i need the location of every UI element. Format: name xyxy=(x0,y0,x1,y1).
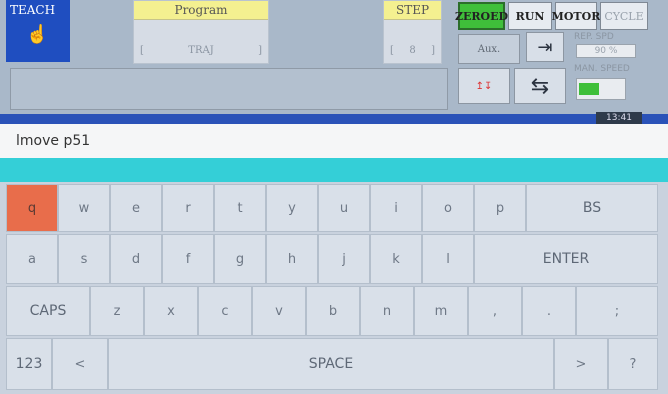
manual-speed-fill xyxy=(579,83,599,95)
clock: 13:41 xyxy=(596,112,642,124)
key-u[interactable]: u xyxy=(318,184,370,232)
on-screen-keyboard: q w e r t y u i o p BS a s d f g h j k l… xyxy=(0,182,668,394)
key-b[interactable]: b xyxy=(306,286,360,336)
key-j[interactable]: j xyxy=(318,234,370,284)
cycle-button[interactable]: CYCLE xyxy=(600,2,648,30)
key-t[interactable]: t xyxy=(214,184,266,232)
key-o[interactable]: o xyxy=(422,184,474,232)
zeroed-button[interactable]: ZEROED xyxy=(455,2,508,30)
info-strip xyxy=(0,114,668,124)
aux-button[interactable]: Aux. xyxy=(458,34,520,64)
key-v[interactable]: v xyxy=(252,286,306,336)
key-f[interactable]: f xyxy=(162,234,214,284)
key-g[interactable]: g xyxy=(214,234,266,284)
key-comma[interactable]: , xyxy=(468,286,522,336)
step-value-field: [8] xyxy=(390,44,435,56)
key-c[interactable]: c xyxy=(198,286,252,336)
teach-mode-label: TEACH xyxy=(10,3,56,17)
key-i[interactable]: i xyxy=(370,184,422,232)
coordinate-system-icon[interactable]: ↥↧ xyxy=(458,68,510,104)
status-panel: TEACH ☝ Program [TRAJ] STEP [8] ZEROED R… xyxy=(0,0,668,118)
message-area xyxy=(10,68,448,110)
enter-key[interactable]: ENTER xyxy=(474,234,658,284)
step-forward-icon[interactable]: ⇥ xyxy=(526,32,564,62)
backspace-key[interactable]: BS xyxy=(526,184,658,232)
key-m[interactable]: m xyxy=(414,286,468,336)
step-box[interactable]: STEP [8] xyxy=(383,0,442,64)
rep-speed-label: REP. SPD xyxy=(574,32,614,42)
key-period[interactable]: . xyxy=(522,286,576,336)
key-d[interactable]: d xyxy=(110,234,162,284)
key-e[interactable]: e xyxy=(110,184,162,232)
key-h[interactable]: h xyxy=(266,234,318,284)
key-x[interactable]: x xyxy=(144,286,198,336)
caps-key[interactable]: CAPS xyxy=(6,286,90,336)
key-y[interactable]: y xyxy=(266,184,318,232)
key-p[interactable]: p xyxy=(474,184,526,232)
teach-mode-indicator: TEACH ☝ xyxy=(6,0,70,62)
key-question[interactable]: ? xyxy=(608,338,658,390)
key-semicolon[interactable]: ; xyxy=(576,286,658,336)
key-z[interactable]: z xyxy=(90,286,144,336)
space-key[interactable]: SPACE xyxy=(108,338,554,390)
command-input[interactable]: lmove p51 xyxy=(0,124,668,158)
key-n[interactable]: n xyxy=(360,286,414,336)
key-k[interactable]: k xyxy=(370,234,422,284)
cursor-right-key[interactable]: > xyxy=(554,338,608,390)
program-value-field: [TRAJ] xyxy=(140,44,262,56)
rep-speed-value[interactable]: 90 % xyxy=(576,44,636,58)
input-highlight-bar xyxy=(0,158,668,182)
hand-icon: ☝ xyxy=(26,24,49,45)
run-button[interactable]: RUN xyxy=(508,2,552,30)
manual-speed-label: MAN. SPEED xyxy=(574,64,630,74)
numbers-key[interactable]: 123 xyxy=(6,338,52,390)
manual-speed-bar[interactable] xyxy=(576,78,626,100)
key-l[interactable]: l xyxy=(422,234,474,284)
key-s[interactable]: s xyxy=(58,234,110,284)
program-label: Program xyxy=(134,1,268,20)
key-a[interactable]: a xyxy=(6,234,58,284)
cursor-left-key[interactable]: < xyxy=(52,338,108,390)
swap-arrows-icon[interactable]: ⇆ xyxy=(514,68,566,104)
key-r[interactable]: r xyxy=(162,184,214,232)
step-label: STEP xyxy=(384,1,441,20)
key-q[interactable]: q xyxy=(6,184,58,232)
step-value: 8 xyxy=(409,44,416,56)
motor-button[interactable]: MOTOR xyxy=(552,2,600,30)
program-value: TRAJ xyxy=(188,44,214,56)
program-box[interactable]: Program [TRAJ] xyxy=(133,0,269,64)
key-w[interactable]: w xyxy=(58,184,110,232)
teach-pendant-screen: TEACH ☝ Program [TRAJ] STEP [8] ZEROED R… xyxy=(0,0,668,394)
